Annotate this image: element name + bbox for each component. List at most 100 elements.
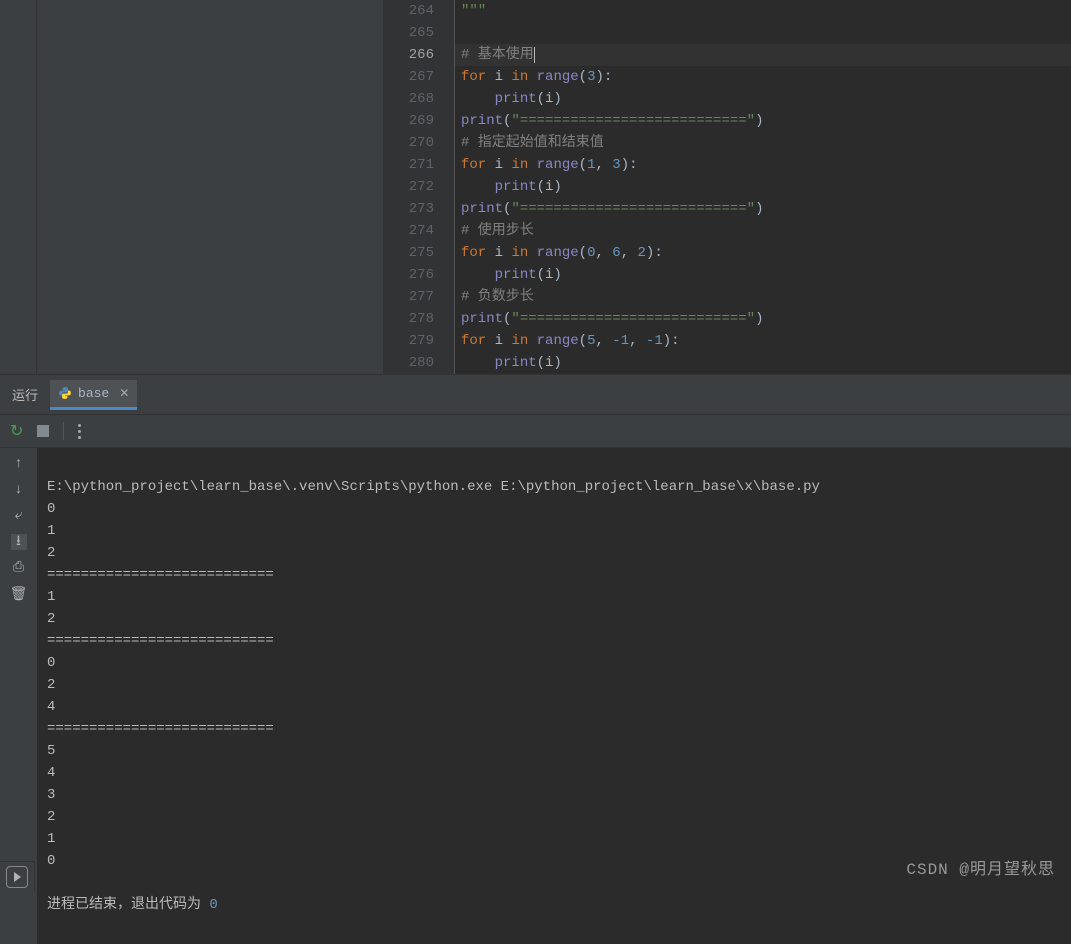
line-number[interactable]: 275 <box>384 242 434 264</box>
code-keyword: in <box>511 157 528 173</box>
code-builtin: print <box>495 355 537 371</box>
line-number[interactable]: 276 <box>384 264 434 286</box>
down-icon[interactable]: ↓ <box>11 482 27 498</box>
code-var: i <box>495 69 503 85</box>
line-number[interactable]: 273 <box>384 198 434 220</box>
code-builtin: print <box>461 201 503 217</box>
code-keyword: in <box>511 245 528 261</box>
console-line: =========================== <box>47 567 274 583</box>
code-string: "===========================" <box>511 201 755 217</box>
code-args: (i) <box>537 91 562 107</box>
line-number[interactable]: 277 <box>384 286 434 308</box>
console-line: 1 <box>47 589 55 605</box>
exit-code: 0 <box>209 897 217 913</box>
code-comment: # 指定起始值和结束值 <box>461 135 604 151</box>
code-builtin: print <box>495 91 537 107</box>
line-number[interactable]: 269 <box>384 110 434 132</box>
code-keyword: for <box>461 333 486 349</box>
code-builtin: print <box>461 311 503 327</box>
code-keyword: for <box>461 245 486 261</box>
console-line: 1 <box>47 831 55 847</box>
code-number: 2 <box>638 245 646 261</box>
line-number[interactable]: 266 <box>384 44 434 66</box>
bottom-left-bar <box>0 861 35 891</box>
line-number[interactable]: 265 <box>384 22 434 44</box>
code-comment: # 负数步长 <box>461 289 534 305</box>
code-keyword: in <box>511 333 528 349</box>
code-var: i <box>495 157 503 173</box>
code-number: 0 <box>587 245 595 261</box>
code-args: (i) <box>537 355 562 371</box>
run-button[interactable] <box>6 866 28 888</box>
code-number: 1 <box>587 157 595 173</box>
line-number[interactable]: 278 <box>384 308 434 330</box>
code-args: (i) <box>537 267 562 283</box>
code-builtin: range <box>537 157 579 173</box>
run-tab-label: base <box>78 386 109 401</box>
code-builtin: range <box>537 245 579 261</box>
console-line: 2 <box>47 545 55 561</box>
code-builtin: print <box>495 179 537 195</box>
console-line: 2 <box>47 809 55 825</box>
line-number[interactable]: 274 <box>384 220 434 242</box>
line-number[interactable]: 267 <box>384 66 434 88</box>
console-line: 0 <box>47 655 55 671</box>
scroll-to-end-icon[interactable]: ⭳ <box>11 534 27 550</box>
line-number[interactable]: 271 <box>384 154 434 176</box>
console-line: 1 <box>47 523 55 539</box>
close-icon[interactable]: ✕ <box>119 386 129 401</box>
play-icon <box>14 872 21 882</box>
print-icon[interactable]: ⎙ <box>11 560 27 576</box>
code-number: -1 <box>612 333 629 349</box>
console-line: 4 <box>47 765 55 781</box>
line-number[interactable]: 268 <box>384 88 434 110</box>
console-line: 4 <box>47 699 55 715</box>
tool-window-left-bar[interactable] <box>0 0 37 374</box>
more-icon[interactable] <box>78 424 81 439</box>
separator <box>63 422 64 440</box>
line-number[interactable]: 264 <box>384 0 434 22</box>
code-number: 5 <box>587 333 595 349</box>
code-token: """ <box>461 3 486 19</box>
code-args: (i) <box>537 179 562 195</box>
console-line: 5 <box>47 743 55 759</box>
soft-wrap-icon[interactable]: ⤶ <box>11 508 27 524</box>
console-command: E:\python_project\learn_base\.venv\Scrip… <box>47 479 820 495</box>
code-content[interactable]: """ # 基本使用 for i in range(3): print(i) p… <box>455 0 1071 374</box>
code-keyword: for <box>461 157 486 173</box>
line-number-gutter[interactable]: 264 265 266 267 268 269 270 271 272 273 … <box>384 0 455 374</box>
code-number: -1 <box>646 333 663 349</box>
rerun-icon[interactable]: ↻ <box>10 421 23 441</box>
run-tabs: 运行 base ✕ <box>0 375 1071 414</box>
code-builtin: print <box>495 267 537 283</box>
code-keyword: for <box>461 69 486 85</box>
line-number[interactable]: 279 <box>384 330 434 352</box>
trash-icon[interactable]: 🗑 <box>11 586 27 602</box>
console-line: 0 <box>47 501 55 517</box>
code-number: 6 <box>612 245 620 261</box>
console-line: 2 <box>47 677 55 693</box>
line-number[interactable]: 280 <box>384 352 434 374</box>
run-tab[interactable]: base ✕ <box>50 380 137 410</box>
project-panel[interactable] <box>37 0 384 374</box>
console-line: 0 <box>47 853 55 869</box>
exit-text: 进程已结束，退出代码为 <box>47 897 209 913</box>
stop-icon[interactable] <box>37 425 49 437</box>
code-comment: # 基本使用 <box>461 47 534 63</box>
up-icon[interactable]: ↑ <box>11 456 27 472</box>
code-string: "===========================" <box>511 113 755 129</box>
code-string: "===========================" <box>511 311 755 327</box>
watermark: CSDN @明月望秋思 <box>906 855 1055 879</box>
line-number[interactable]: 272 <box>384 176 434 198</box>
code-editor[interactable]: 264 265 266 267 268 269 270 271 272 273 … <box>384 0 1071 374</box>
code-var: i <box>495 245 503 261</box>
run-toolbar: ↻ <box>0 414 1071 448</box>
console-line: 3 <box>47 787 55 803</box>
code-builtin: print <box>461 113 503 129</box>
console-line: 2 <box>47 611 55 627</box>
line-number[interactable]: 270 <box>384 132 434 154</box>
console-line: =========================== <box>47 721 274 737</box>
code-keyword: in <box>511 69 528 85</box>
code-builtin: range <box>537 333 579 349</box>
run-panel-title: 运行 <box>12 385 38 404</box>
